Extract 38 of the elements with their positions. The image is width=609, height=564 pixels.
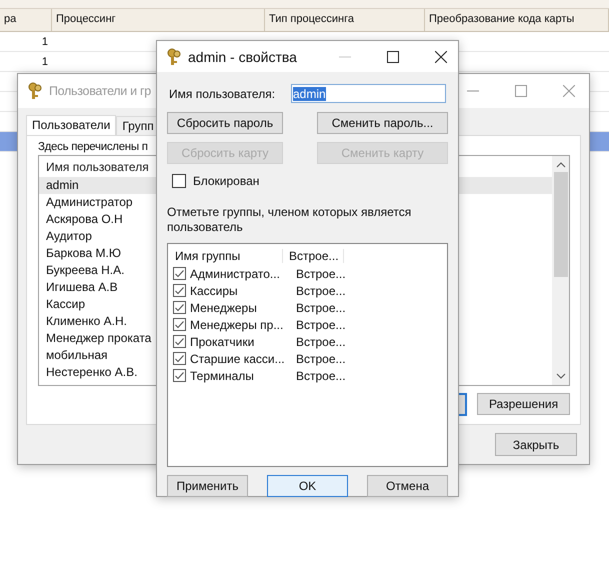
dialog-button[interactable]: Применить xyxy=(167,475,248,497)
groups-hint: Отметьте группы, членом которых является пользователь xyxy=(167,205,412,235)
table-cell-text: 1 xyxy=(40,55,48,70)
action-button[interactable]: Сменить пароль... xyxy=(317,112,448,134)
username-label: Имя пользователя: xyxy=(169,86,276,100)
description-text: Здесь перечислены п xyxy=(38,141,148,153)
group-name[interactable]: Менеджеры пр... xyxy=(186,318,290,332)
window-title: admin - свойства xyxy=(188,48,297,64)
column-header[interactable]: Преобразование кода карты xyxy=(425,9,609,31)
column-header[interactable]: Процессинг xyxy=(52,9,265,31)
group-type: Встрое... xyxy=(295,300,346,314)
action-button[interactable]: Сбросить пароль xyxy=(167,112,283,134)
group-name[interactable]: Старшие касси... xyxy=(186,352,290,366)
column-header[interactable]: Имя группы xyxy=(173,249,282,263)
tab[interactable]: Пользователи xyxy=(26,115,116,135)
close-button[interactable]: Закрыть xyxy=(495,433,577,456)
username-field[interactable]: admin xyxy=(291,84,446,103)
group-name[interactable]: Кассиры xyxy=(186,284,290,298)
group-type: Встрое... xyxy=(295,368,346,382)
column-header[interactable]: Тип процессинга xyxy=(265,9,425,31)
checkbox-label[interactable]: Блокирован xyxy=(193,174,260,188)
dialog-button[interactable]: OK xyxy=(267,475,348,497)
groups-list[interactable]: Имя группы Встрое... Администрато... Встрое... Кассиры Встрое... Менеджеры Встрое... Менеджеры пр... Встрое... Прокатчики Встрое... Старшие касси... Встрое... Терминалы Встрое... xyxy=(167,243,448,467)
window-title: Пользователи и гр xyxy=(49,84,151,98)
group-type: Встрое... xyxy=(295,266,346,280)
group-name[interactable]: Прокатчики xyxy=(186,334,290,348)
table-cell-text: 1 xyxy=(40,35,48,50)
dialog-button[interactable]: Отмена xyxy=(367,475,448,497)
group-name[interactable]: Менеджеры xyxy=(186,300,290,314)
group-type: Встрое... xyxy=(295,284,346,298)
column-header[interactable]: Встрое... xyxy=(282,249,344,263)
permissions-button[interactable]: Разрешения xyxy=(477,393,570,415)
group-name[interactable]: Терминалы xyxy=(186,368,290,382)
column-header[interactable]: ра xyxy=(0,9,52,31)
group-type: Встрое... xyxy=(295,334,346,348)
group-type: Встрое... xyxy=(295,318,346,332)
group-name[interactable]: Администрато... xyxy=(186,266,290,280)
group-type: Встрое... xyxy=(295,352,346,366)
